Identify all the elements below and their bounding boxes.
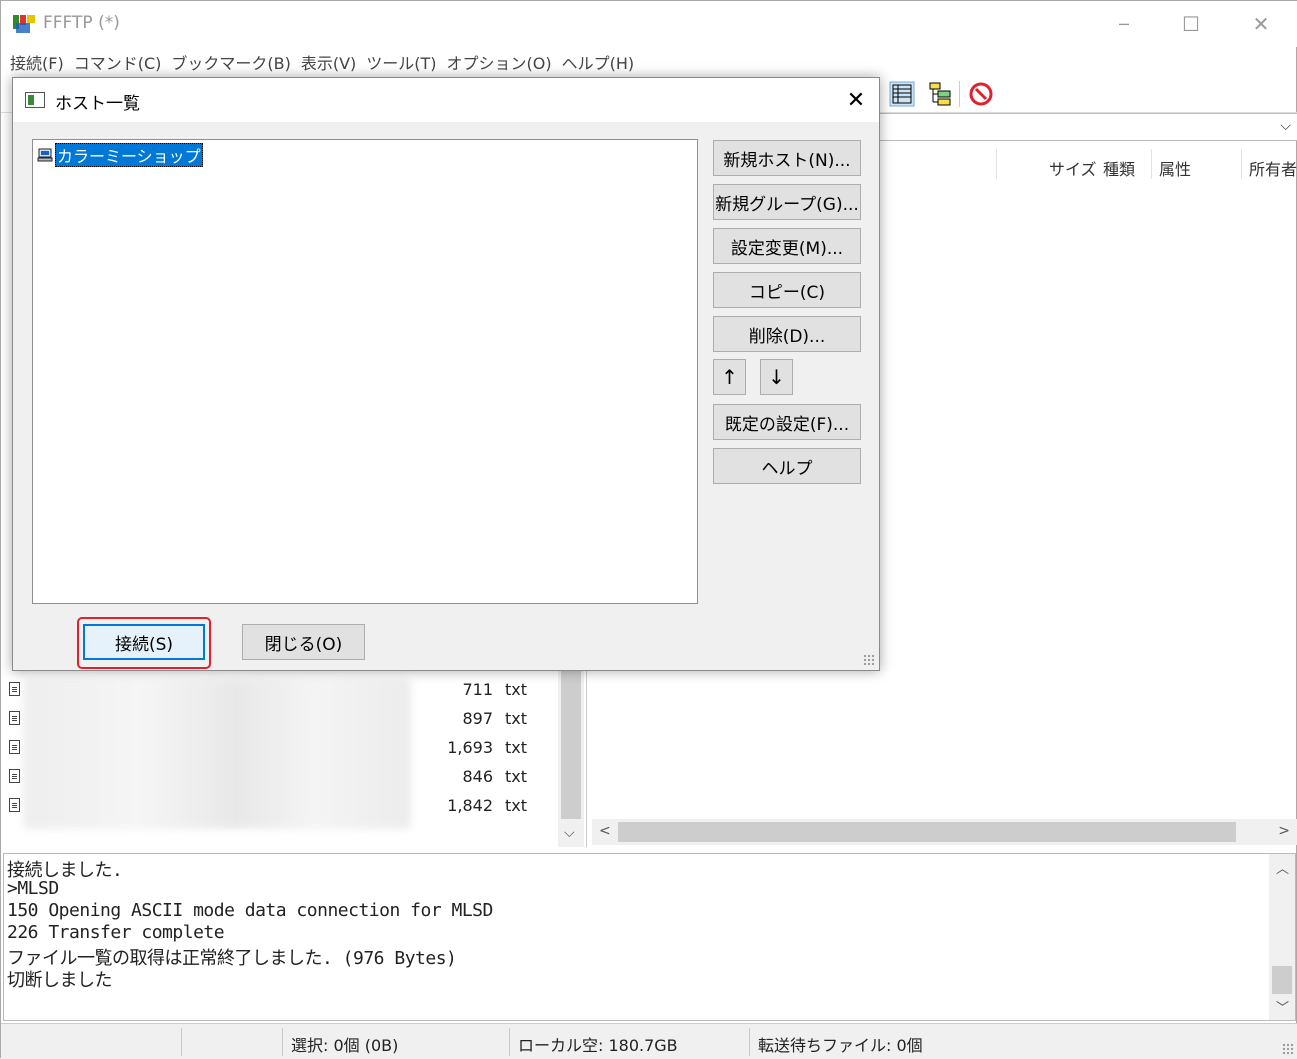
file-type: txt: [505, 767, 528, 786]
column-owner[interactable]: 所有者: [1249, 156, 1297, 180]
close-icon: ✕: [846, 87, 866, 113]
list-item[interactable]: 711 txt: [1, 676, 561, 705]
minimize-button[interactable]: ─: [1089, 1, 1159, 47]
file-size: 1,693: [447, 738, 493, 757]
remote-list-header: サイズ 種類 属性 所有者: [879, 149, 1297, 183]
status-queue: 転送待ちファイル: 0個: [749, 1028, 1279, 1056]
status-selection: 選択: 0個 (0B): [282, 1028, 510, 1056]
menu-tools[interactable]: ツール(T): [363, 47, 443, 75]
file-type: txt: [505, 796, 528, 815]
new-host-button[interactable]: 新規ホスト(N)...: [713, 140, 861, 176]
list-item[interactable]: 846 txt: [1, 763, 561, 792]
default-settings-button[interactable]: 既定の設定(F)...: [713, 404, 861, 440]
host-item[interactable]: カラーミーショップ: [37, 143, 203, 167]
window-title: FFFTP (*): [43, 13, 120, 33]
column-attributes[interactable]: 属性: [1159, 156, 1191, 180]
log-line: >MLSD: [7, 878, 59, 899]
chevron-down-icon[interactable]: ﹀: [1276, 997, 1289, 1016]
close-dialog-button[interactable]: 閉じる(O): [242, 624, 365, 660]
scrollbar-thumb[interactable]: [561, 661, 581, 819]
column-size[interactable]: サイズ: [1049, 156, 1097, 180]
host-tree[interactable]: カラーミーショップ: [32, 139, 698, 604]
scrollbar-thumb[interactable]: [618, 822, 1236, 842]
menu-options[interactable]: オプション(O): [444, 47, 559, 75]
log-line: 226 Transfer complete: [7, 922, 225, 943]
delete-button[interactable]: 削除(D)...: [713, 316, 861, 352]
resize-grip[interactable]: [1282, 1043, 1294, 1055]
file-icon: [9, 769, 20, 783]
file-type: txt: [505, 680, 528, 699]
file-size: 897: [462, 709, 493, 728]
status-empty: [181, 1028, 281, 1056]
log-line: 150 Opening ASCII mode data connection f…: [7, 900, 493, 921]
minimize-icon: ─: [1119, 14, 1129, 34]
list-item[interactable]: 897 txt: [1, 705, 561, 734]
dialog-resize-grip[interactable]: [863, 654, 875, 666]
dialog-close-button[interactable]: ✕: [839, 84, 873, 116]
chevron-left-icon[interactable]: <: [599, 823, 611, 839]
file-type: txt: [505, 709, 528, 728]
file-icon: [9, 740, 20, 754]
chevron-down-icon[interactable]: ⌵: [564, 825, 575, 841]
log-line: 切断しました: [7, 970, 113, 991]
status-bar: 選択: 0個 (0B) ローカル空: 180.7GB 転送待ちファイル: 0個: [1, 1023, 1297, 1059]
help-button[interactable]: ヘルプ: [713, 448, 861, 484]
maximize-button[interactable]: ☐: [1156, 1, 1226, 47]
toolbar-separator: [959, 81, 960, 107]
log-vertical-scrollbar[interactable]: ︿ ﹀: [1269, 854, 1295, 1020]
host-list-window-icon: [25, 92, 45, 108]
menu-bookmark[interactable]: ブックマーク(B): [168, 47, 297, 75]
file-size: 1,842: [447, 796, 493, 815]
list-item[interactable]: 1,693 txt: [1, 734, 561, 763]
file-icon: [9, 682, 20, 696]
ffftp-window: FFFTP (*) ─ ☐ ✕ 接続(F) コマンド(C) ブックマーク(B) …: [0, 0, 1297, 1059]
scrollbar-thumb[interactable]: [1272, 966, 1292, 994]
stop-icon[interactable]: [968, 81, 994, 107]
detail-view-icon[interactable]: [889, 81, 915, 107]
file-size: 846: [462, 767, 493, 786]
chevron-down-icon: ⌵: [1280, 118, 1291, 134]
close-icon: ✕: [1252, 12, 1270, 36]
title-bar: FFFTP (*) ─ ☐ ✕: [1, 1, 1297, 47]
menu-bar: 接続(F) コマンド(C) ブックマーク(B) 表示(V) ツール(T) オプシ…: [1, 47, 1297, 75]
file-icon: [9, 798, 20, 812]
edit-settings-button[interactable]: 設定変更(M)...: [713, 228, 861, 264]
move-down-button[interactable]: ↓: [760, 359, 793, 395]
menu-connect[interactable]: 接続(F): [7, 47, 71, 75]
file-type: txt: [505, 738, 528, 757]
move-up-button[interactable]: ↑: [713, 359, 746, 395]
remote-horizontal-scrollbar[interactable]: < >: [592, 819, 1297, 845]
file-icon: [9, 711, 20, 725]
list-item[interactable]: 1,842 txt: [1, 792, 561, 821]
log-pane[interactable]: 接続しました. >MLSD 150 Opening ASCII mode dat…: [3, 853, 1296, 1021]
chevron-up-icon[interactable]: ︿: [1276, 858, 1289, 877]
computer-icon: [37, 148, 53, 162]
dialog-title-bar: ホスト一覧 ✕: [13, 78, 879, 122]
close-window-button[interactable]: ✕: [1226, 1, 1296, 47]
ffftp-logo-icon: [13, 15, 35, 33]
menu-help[interactable]: ヘルプ(H): [559, 47, 642, 75]
host-item-label[interactable]: カラーミーショップ: [55, 143, 203, 167]
column-type[interactable]: 種類: [1103, 156, 1135, 180]
remote-path-combobox[interactable]: ⌵: [879, 113, 1297, 141]
column-separator: [996, 149, 997, 179]
column-separator: [1241, 149, 1242, 179]
column-separator: [1151, 149, 1152, 179]
connect-button[interactable]: 接続(S): [83, 624, 205, 660]
file-size: 711: [462, 680, 493, 699]
dialog-title: ホスト一覧: [55, 94, 140, 114]
menu-view[interactable]: 表示(V): [298, 47, 363, 75]
new-group-button[interactable]: 新規グループ(G)...: [713, 184, 861, 220]
maximize-icon: ☐: [1182, 12, 1200, 36]
copy-button[interactable]: コピー(C): [713, 272, 861, 308]
menu-command[interactable]: コマンド(C): [71, 47, 169, 75]
host-list-dialog: ホスト一覧 ✕ カラーミーショップ 新規ホスト(N)... 新規グループ(G).…: [12, 77, 880, 671]
status-local-free: ローカル空: 180.7GB: [509, 1028, 751, 1056]
local-vertical-scrollbar[interactable]: ⌵: [558, 661, 584, 847]
chevron-right-icon[interactable]: >: [1278, 823, 1290, 839]
tree-view-icon[interactable]: [927, 81, 953, 107]
